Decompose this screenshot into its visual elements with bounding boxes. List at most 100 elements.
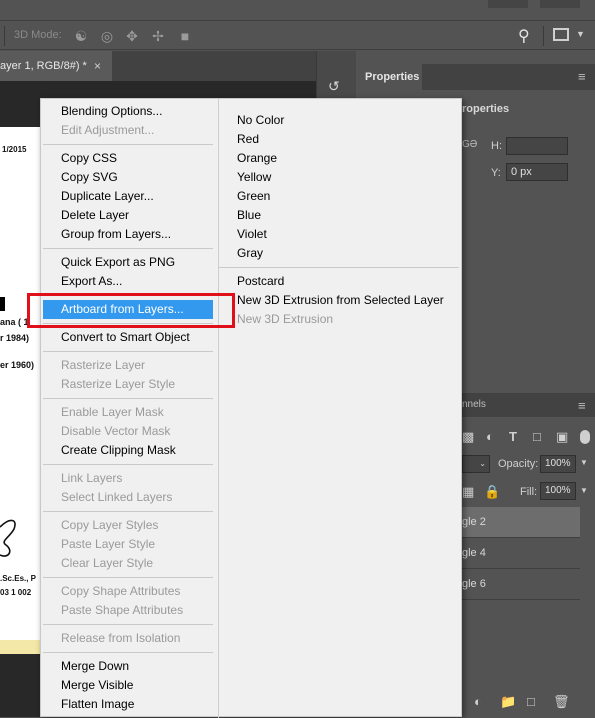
menu-item-color-yellow[interactable]: Yellow <box>237 168 271 187</box>
context-menu-left-column: Blending Options... Edit Adjustment... C… <box>41 99 218 718</box>
chevron-down-icon[interactable]: ▼ <box>580 458 588 467</box>
menu-item-copy-layer-styles: Copy Layer Styles <box>61 518 159 532</box>
menu-item-blending-options[interactable]: Blending Options... <box>61 102 162 121</box>
new-group-icon[interactable]: 📁 <box>500 694 516 710</box>
menu-item-flatten-image[interactable]: Flatten Image <box>61 695 134 714</box>
close-icon[interactable]: × <box>94 59 101 73</box>
menu-item-convert-to-smart-object[interactable]: Convert to Smart Object <box>61 328 190 347</box>
panel-menu-icon[interactable]: ≡ <box>578 69 586 84</box>
menu-item-delete-layer[interactable]: Delete Layer <box>61 206 129 225</box>
tab-properties[interactable]: Properties <box>356 64 422 90</box>
filter-toggle-icon[interactable] <box>580 430 590 444</box>
search-icon[interactable]: ⚲ <box>518 26 530 46</box>
menu-separator <box>43 351 213 352</box>
document-date-text: 1/2015 <box>2 145 27 154</box>
menu-separator <box>43 464 213 465</box>
workspace-icon[interactable] <box>553 28 569 41</box>
menu-bar <box>0 0 595 20</box>
document-footer-strip <box>0 640 40 654</box>
menu-separator <box>43 624 213 625</box>
panel-menu-icon[interactable]: ≡ <box>578 398 586 413</box>
3d-pan-icon[interactable]: ✥ <box>123 27 141 45</box>
filter-type-icon[interactable]: T <box>509 429 517 444</box>
menu-item-color-orange[interactable]: Orange <box>237 149 277 168</box>
signature-scribble <box>0 519 16 557</box>
document-tab[interactable]: ayer 1, RGB/8#) * × <box>0 51 112 81</box>
layer-row[interactable]: gle 4 <box>462 538 580 569</box>
fill-input[interactable]: 100% <box>540 482 576 500</box>
document-line-text: er 1960) <box>0 360 35 370</box>
window-control-maximize[interactable] <box>540 0 580 8</box>
y-value: 0 px <box>511 166 532 178</box>
chevron-down-icon[interactable]: ▼ <box>580 486 588 495</box>
menu-item-color-green[interactable]: Green <box>237 187 270 206</box>
menu-item-select-linked-layers: Select Linked Layers <box>61 490 173 504</box>
new-layer-icon[interactable]: □ <box>527 694 535 709</box>
height-input[interactable] <box>506 137 568 155</box>
menu-separator <box>43 511 213 512</box>
menu-item-color-red[interactable]: Red <box>237 130 259 149</box>
fill-label: Fill: <box>520 486 538 498</box>
opacity-label: Opacity: <box>498 458 539 470</box>
3d-slide-icon[interactable]: ✢ <box>149 27 167 45</box>
chevron-down-icon: ⌄ <box>479 459 486 468</box>
3d-scale-icon[interactable]: ■ <box>176 27 194 45</box>
3d-roll-icon[interactable]: ◎ <box>98 27 116 45</box>
fill-value: 100% <box>545 485 571 496</box>
menu-item-clear-layer-style: Clear Layer Style <box>61 556 154 570</box>
filter-shape-icon[interactable]: □ <box>533 429 541 444</box>
tab-channels[interactable]: nnels <box>462 399 486 410</box>
y-input[interactable]: 0 px <box>506 163 568 181</box>
menu-item-copy-css[interactable]: Copy CSS <box>61 149 117 168</box>
menu-item-export-as[interactable]: Export As... <box>61 272 122 291</box>
layer-row[interactable]: gle 6 <box>462 569 580 600</box>
menu-item-quick-export-png[interactable]: Quick Export as PNG <box>61 253 175 272</box>
menu-item-color-blue[interactable]: Blue <box>237 206 261 225</box>
menu-item-merge-visible[interactable]: Merge Visible <box>61 676 133 695</box>
context-menu-column-divider <box>218 99 219 718</box>
menu-item-new-3d-extrusion: New 3D Extrusion <box>237 312 334 326</box>
properties-tab-label: Properties <box>365 71 420 83</box>
menu-item-color-none[interactable]: No Color <box>237 111 284 130</box>
lock-pixels-icon[interactable]: ▦ <box>462 484 474 500</box>
menu-item-disable-vector-mask: Disable Vector Mask <box>61 424 171 438</box>
menu-item-copy-svg[interactable]: Copy SVG <box>61 168 118 187</box>
layer-row[interactable]: gle 2 <box>462 507 580 538</box>
chevron-down-icon[interactable]: ▼ <box>576 29 585 39</box>
menu-separator <box>43 144 213 145</box>
divider <box>543 26 544 46</box>
menu-item-duplicate-layer[interactable]: Duplicate Layer... <box>61 187 154 206</box>
menu-item-new-3d-extrusion-selected[interactable]: New 3D Extrusion from Selected Layer <box>237 291 444 310</box>
menu-item-rasterize-layer: Rasterize Layer <box>61 358 146 372</box>
opacity-value: 100% <box>545 458 571 469</box>
opacity-input[interactable]: 100% <box>540 455 576 473</box>
menu-item-create-clipping-mask[interactable]: Create Clipping Mask <box>61 441 176 460</box>
blend-mode-select[interactable]: ⌄ <box>462 455 490 473</box>
lock-icon[interactable]: 🔒 <box>484 484 500 500</box>
menu-item-rasterize-layer-style: Rasterize Layer Style <box>61 377 176 391</box>
filter-pixel-icon[interactable]: ▩ <box>462 429 474 445</box>
link-icon[interactable]: GƏ <box>462 139 477 150</box>
menu-item-merge-down[interactable]: Merge Down <box>61 657 129 676</box>
new-adjustment-layer-icon[interactable]: ◐ <box>474 694 482 709</box>
menu-item-release-from-isolation: Release from Isolation <box>61 631 181 645</box>
document-nip-text: 03 1 002 <box>0 588 32 597</box>
menu-item-color-gray[interactable]: Gray <box>237 244 263 263</box>
menu-item-postcard[interactable]: Postcard <box>237 272 284 291</box>
menu-item-color-violet[interactable]: Violet <box>237 225 267 244</box>
menu-separator <box>219 267 459 268</box>
document-canvas[interactable]: 1/2015 ana ( 1 r 1984) er 1960) .Sc.Es.,… <box>0 127 40 649</box>
filter-smart-object-icon[interactable]: ▣ <box>556 429 568 445</box>
layer-name: gle 4 <box>462 547 486 559</box>
menu-item-group-from-layers[interactable]: Group from Layers... <box>61 225 171 244</box>
properties-subheading: roperties <box>462 103 510 115</box>
3d-orbit-icon[interactable]: ☯ <box>72 27 90 45</box>
filter-adjustment-icon[interactable]: ◐ <box>486 429 494 444</box>
menu-separator <box>43 398 213 399</box>
history-icon[interactable]: ↺ <box>328 78 340 95</box>
window-control-minimize[interactable] <box>488 0 528 8</box>
layer-context-menu: Blending Options... Edit Adjustment... C… <box>40 98 462 718</box>
layer-name: gle 6 <box>462 578 486 590</box>
delete-layer-icon[interactable]: 🗑 <box>553 694 570 710</box>
y-label: Y: <box>491 167 501 179</box>
